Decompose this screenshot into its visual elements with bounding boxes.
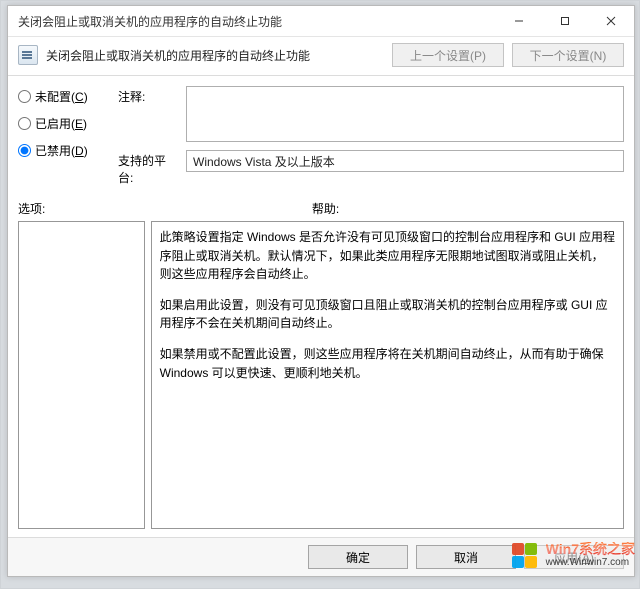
radio-not-configured[interactable]: 未配置(C) <box>18 88 106 105</box>
radio-not-configured-label: 未配置 <box>35 90 71 104</box>
radio-enabled[interactable]: 已启用(E) <box>18 115 106 132</box>
comment-label: 注释: <box>118 86 176 105</box>
maximize-icon <box>560 16 570 26</box>
radio-enabled-input[interactable] <box>18 117 31 130</box>
radio-disabled-label: 已禁用 <box>35 144 71 158</box>
help-paragraph: 此策略设置指定 Windows 是否允许没有可见顶级窗口的控制台应用程序和 GU… <box>160 228 615 284</box>
ok-button[interactable]: 确定 <box>308 545 408 569</box>
panels: 此策略设置指定 Windows 是否允许没有可见顶级窗口的控制台应用程序和 GU… <box>18 221 624 529</box>
config-row: 未配置(C) 已启用(E) 已禁用(D) 注释: <box>18 86 624 186</box>
help-label: 帮助: <box>312 200 624 217</box>
maximize-button[interactable] <box>542 6 588 36</box>
policy-icon <box>18 45 38 65</box>
close-icon <box>606 16 616 26</box>
platform-row: 支持的平台: Windows Vista 及以上版本 <box>118 150 624 186</box>
comment-row: 注释: <box>118 86 624 142</box>
state-radio-group: 未配置(C) 已启用(E) 已禁用(D) <box>18 86 106 159</box>
minimize-icon <box>514 16 524 26</box>
help-panel[interactable]: 此策略设置指定 Windows 是否允许没有可见顶级窗口的控制台应用程序和 GU… <box>151 221 624 529</box>
cancel-button-label: 取消 <box>454 549 478 566</box>
window-controls <box>496 6 634 36</box>
radio-enabled-label: 已启用 <box>35 117 71 131</box>
radio-not-configured-input[interactable] <box>18 90 31 103</box>
help-paragraph: 如果禁用或不配置此设置，则这些应用程序将在关机期间自动终止，从而有助于确保 Wi… <box>160 345 615 382</box>
dialog-body: 未配置(C) 已启用(E) 已禁用(D) 注释: <box>8 76 634 537</box>
comment-textarea[interactable] <box>186 86 624 142</box>
next-setting-button[interactable]: 下一个设置(N) <box>512 43 624 67</box>
radio-disabled-input[interactable] <box>18 144 31 157</box>
close-button[interactable] <box>588 6 634 36</box>
options-panel[interactable] <box>18 221 145 529</box>
titlebar: 关闭会阻止或取消关机的应用程序的自动终止功能 <box>8 6 634 37</box>
platform-value: Windows Vista 及以上版本 <box>186 150 624 172</box>
dialog-footer: 确定 取消 应用(A) <box>8 537 634 576</box>
nav-buttons: 上一个设置(P) 下一个设置(N) <box>392 43 624 67</box>
options-label: 选项: <box>18 200 312 217</box>
prev-setting-button[interactable]: 上一个设置(P) <box>392 43 504 67</box>
section-labels: 选项: 帮助: <box>18 200 624 217</box>
apply-button-label: 应用 <box>554 551 578 565</box>
header-strip: 关闭会阻止或取消关机的应用程序的自动终止功能 上一个设置(P) 下一个设置(N) <box>8 37 634 76</box>
cancel-button[interactable]: 取消 <box>416 545 516 569</box>
window-title: 关闭会阻止或取消关机的应用程序的自动终止功能 <box>8 13 282 30</box>
gpedit-policy-dialog: 关闭会阻止或取消关机的应用程序的自动终止功能 关闭会阻止或取消关机的应用程序的自… <box>7 5 635 577</box>
apply-button[interactable]: 应用(A) <box>524 545 624 569</box>
policy-title: 关闭会阻止或取消关机的应用程序的自动终止功能 <box>46 47 384 64</box>
minimize-button[interactable] <box>496 6 542 36</box>
ok-button-label: 确定 <box>346 549 370 566</box>
fields-column: 注释: 支持的平台: Windows Vista 及以上版本 <box>118 86 624 186</box>
platform-label: 支持的平台: <box>118 150 176 186</box>
radio-disabled[interactable]: 已禁用(D) <box>18 142 106 159</box>
help-paragraph: 如果启用此设置，则没有可见顶级窗口且阻止或取消关机的控制台应用程序或 GUI 应… <box>160 296 615 333</box>
